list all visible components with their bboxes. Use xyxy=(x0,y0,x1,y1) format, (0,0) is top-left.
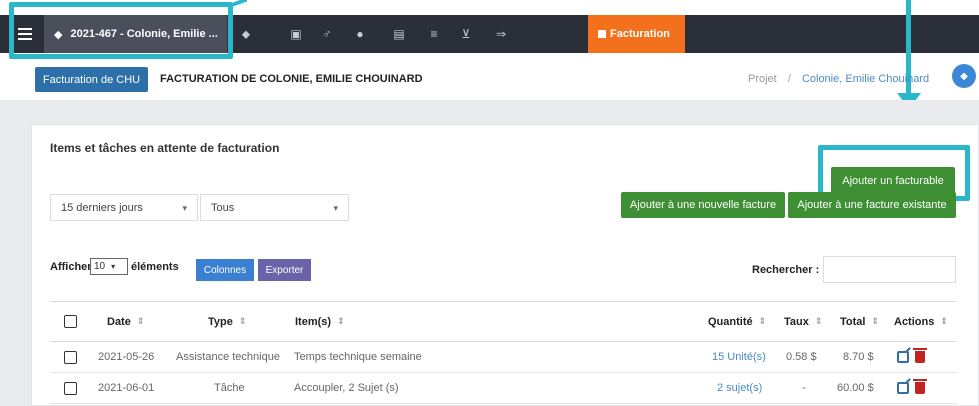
edit-icon[interactable] xyxy=(897,351,909,363)
tab-facturation[interactable]: Facturation xyxy=(588,15,685,53)
cell-item: Temps technique semaine xyxy=(294,351,422,363)
trash-icon[interactable] xyxy=(913,348,927,363)
tab-facturation-label: Facturation xyxy=(610,28,670,40)
layers-round-icon[interactable]: ◆ xyxy=(952,64,976,88)
table-header: Date ⇕ Type ⇕ Item(s) ⇕ Quantité ⇕ Taux ⇕ Tot… xyxy=(50,301,957,342)
chevron-down-icon: ▾ xyxy=(111,262,116,271)
type-select[interactable]: Tous ▾ xyxy=(200,194,349,221)
header-type[interactable]: Type ⇕ xyxy=(208,302,246,341)
card-title: Items et tâches en attente de facturatio… xyxy=(50,141,280,155)
sort-icon: ⇕ xyxy=(814,316,823,326)
page-length-value: 10 xyxy=(94,261,106,272)
cell-total: 60.00 $ xyxy=(837,382,874,394)
table-row: 2021-06-01 Tâche Accoupler, 2 Sujet (s) … xyxy=(50,373,957,404)
add-existing-invoice-button[interactable]: Ajouter à une facture existante xyxy=(788,192,956,218)
header-type-label: Type xyxy=(208,315,233,328)
cart-icon[interactable]: ⊻ xyxy=(456,24,476,44)
calendar-icon[interactable]: ▤ xyxy=(389,24,409,44)
sort-icon: ⇕ xyxy=(940,316,948,326)
period-select-value: 15 derniers jours xyxy=(61,201,143,214)
header-actions[interactable]: Actions ⇕ xyxy=(894,302,948,341)
sort-icon: ⇕ xyxy=(238,316,247,326)
header-items-label: Item(s) xyxy=(295,315,332,328)
sort-icon: ⇕ xyxy=(871,316,880,326)
cell-quantity[interactable]: 15 Unité(s) xyxy=(712,342,766,372)
calculator-icon[interactable]: ▣ xyxy=(286,24,306,44)
edit-icon[interactable] xyxy=(897,382,909,394)
search-input[interactable] xyxy=(823,256,956,283)
chevron-down-icon: ▾ xyxy=(333,203,338,213)
cell-total: 8.70 $ xyxy=(843,351,874,363)
add-new-invoice-button[interactable]: Ajouter à une nouvelle facture xyxy=(621,192,785,218)
table-row: 2021-05-26 Assistance technique Temps te… xyxy=(50,342,957,373)
breadcrumb-current[interactable]: Colonie, Emilie Chouinard xyxy=(802,73,929,85)
chu-billing-button[interactable]: Facturation de CHU xyxy=(35,67,148,92)
cell-type: Tâche xyxy=(214,382,245,394)
select-all-checkbox[interactable] xyxy=(64,315,77,328)
header-actions-label: Actions xyxy=(894,315,935,328)
header-date[interactable]: Date ⇕ xyxy=(107,302,144,341)
header-items[interactable]: Item(s) ⇕ xyxy=(295,302,345,341)
cell-rate: - xyxy=(802,382,806,394)
gender-icon[interactable]: ♂ xyxy=(317,24,337,44)
page-length-select[interactable]: 10 ▾ xyxy=(90,258,128,275)
exchange-icon[interactable]: ⇒ xyxy=(491,24,511,44)
location-pin-icon[interactable]: ● xyxy=(350,24,370,44)
cell-quantity[interactable]: 2 sujet(s) xyxy=(717,373,762,403)
row-select-cell xyxy=(64,342,77,372)
period-select[interactable]: 15 derniers jours ▾ xyxy=(50,194,198,221)
header-rate-label: Taux xyxy=(784,315,809,328)
cell-date: 2021-05-26 xyxy=(98,351,155,363)
breadcrumb: Projet / Colonie, Emilie Chouinard xyxy=(748,73,929,85)
cell-actions xyxy=(897,342,927,372)
cell-date: 2021-06-01 xyxy=(98,382,155,394)
header-quantity[interactable]: Quantité ⇕ xyxy=(708,302,766,341)
cell-actions xyxy=(897,373,927,403)
row-checkbox[interactable] xyxy=(64,381,77,395)
chevron-down-icon: ▾ xyxy=(182,203,187,213)
cell-rate: 0.58 $ xyxy=(786,351,817,363)
show-entries-label: Afficher xyxy=(50,261,92,273)
cell-item: Accoupler, 2 Sujet (s) xyxy=(294,382,399,394)
trash-icon[interactable] xyxy=(913,379,927,394)
header-quantity-label: Quantité xyxy=(708,315,753,328)
sort-icon: ⇕ xyxy=(758,316,767,326)
row-select-cell xyxy=(64,373,77,403)
header-date-label: Date xyxy=(107,315,131,328)
export-button[interactable]: Exporter xyxy=(258,259,311,281)
select-all-cell xyxy=(64,302,77,341)
page-title: FACTURATION DE COLONIE, EMILIE CHOUINARD xyxy=(160,73,423,85)
search-label: Rechercher : xyxy=(752,264,820,276)
tag-icon[interactable]: ⬥ xyxy=(236,24,256,44)
show-entries-suffix: éléments xyxy=(131,261,179,273)
type-select-value: Tous xyxy=(211,201,235,214)
breadcrumb-root[interactable]: Projet xyxy=(748,73,777,85)
sort-icon: ⇕ xyxy=(136,316,145,326)
billing-icon xyxy=(598,30,606,38)
header-rate[interactable]: Taux ⇕ xyxy=(784,302,822,341)
header-total[interactable]: Total ⇕ xyxy=(840,302,879,341)
row-checkbox[interactable] xyxy=(64,350,77,364)
list-icon[interactable]: ≡ xyxy=(424,24,444,44)
sort-icon: ⇕ xyxy=(337,316,345,326)
header-total-label: Total xyxy=(840,315,866,328)
columns-button[interactable]: Colonnes xyxy=(196,259,254,281)
cell-type: Assistance technique xyxy=(176,351,280,363)
breadcrumb-separator: / xyxy=(787,73,791,85)
highlight-frame-project xyxy=(9,2,233,59)
